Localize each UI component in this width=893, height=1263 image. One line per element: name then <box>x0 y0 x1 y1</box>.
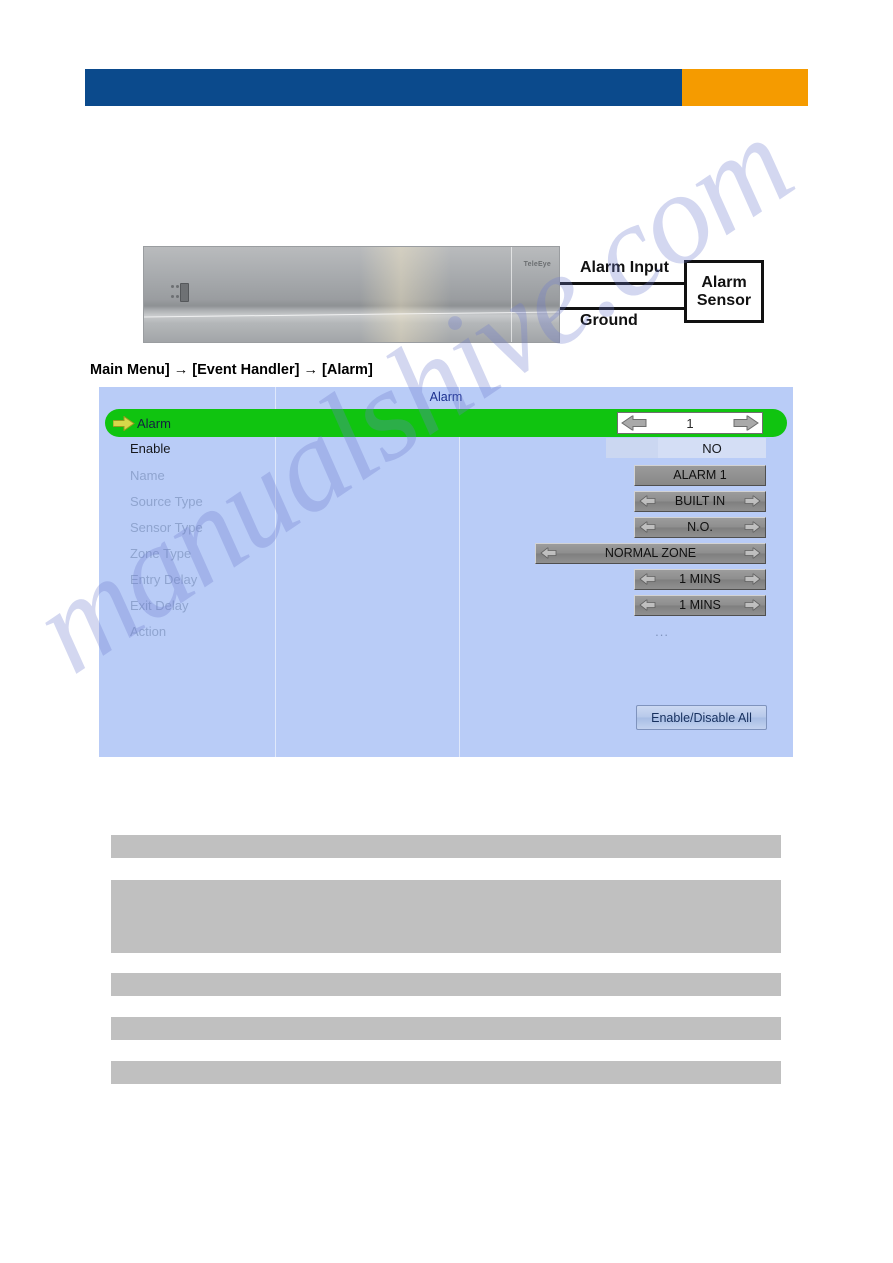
settings-row-label: Action <box>130 623 167 639</box>
breadcrumb: Main Menu] → [Event Handler] → [Alarm] <box>90 362 373 378</box>
panel-sheen <box>359 247 452 342</box>
panel-title: Alarm <box>429 390 463 404</box>
name-value-button[interactable]: ALARM 1 <box>634 464 766 486</box>
alarm-channel-spinner[interactable]: 1 <box>617 412 763 434</box>
enable-disable-all-button[interactable]: Enable/Disable All <box>636 705 767 730</box>
action-value[interactable]: ... <box>655 624 669 639</box>
enable-value[interactable]: NO <box>658 438 766 458</box>
arrow-left-icon[interactable] <box>639 495 656 507</box>
settings-row-name[interactable]: Name ALARM 1 <box>99 462 793 488</box>
arrow-right-icon[interactable] <box>744 547 761 559</box>
settings-row-label: Exit Delay <box>130 597 189 613</box>
settings-row-source-type[interactable]: Source Type BUILT IN <box>99 488 793 514</box>
entry-delay-value-button[interactable]: 1 MINS <box>634 568 766 590</box>
settings-row-action[interactable]: Action ... <box>99 618 793 644</box>
settings-row-label: Source Type <box>130 493 203 509</box>
arrow-left-icon[interactable] <box>621 415 647 431</box>
settings-row-label: Sensor Type <box>130 519 203 535</box>
alarm-sensor-line2: Sensor <box>696 291 752 309</box>
cursor-arrow-right-icon <box>113 415 135 431</box>
zone-type-value: NORMAL ZONE <box>604 546 697 560</box>
exit-delay-value-button[interactable]: 1 MINS <box>634 594 766 616</box>
arrow-right-icon[interactable] <box>733 415 759 431</box>
redacted-text-block <box>111 973 781 996</box>
header-band-orange-segment <box>682 69 808 106</box>
alarm-channel-label: Alarm <box>137 415 171 431</box>
status-led-icon <box>176 295 179 298</box>
settings-row-zone-type[interactable]: Zone Type NORMAL ZONE <box>99 540 793 566</box>
arrow-left-icon[interactable] <box>540 547 557 559</box>
redacted-text-block <box>111 835 781 858</box>
settings-row-entry-delay[interactable]: Entry Delay 1 MINS <box>99 566 793 592</box>
settings-row-sensor-type[interactable]: Sensor Type N.O. <box>99 514 793 540</box>
settings-row-label: Entry Delay <box>130 571 198 587</box>
alarm-channel-value: 1 <box>686 415 694 431</box>
settings-row-label: Name <box>130 467 165 483</box>
settings-row-label: Zone Type <box>130 545 192 561</box>
redacted-text-block <box>111 1061 781 1084</box>
status-led-icon <box>171 295 174 298</box>
enable-ghost-field <box>606 438 658 458</box>
alarm-sensor-line1: Alarm <box>701 273 747 291</box>
usb-port-icon <box>180 283 189 302</box>
page-header-band <box>85 69 808 106</box>
status-led-icon <box>176 285 179 288</box>
alarm-wiring-figure: TeleEye Alarm Input Ground Alarm Sensor <box>143 246 783 346</box>
device-front-panel-photo: TeleEye <box>143 246 560 343</box>
arrow-right-icon[interactable] <box>744 599 761 611</box>
panel-seam-line <box>144 310 559 318</box>
alarm-settings-panel: Alarm Alarm 1 Enable NO Name ALARM 1 Sou… <box>99 387 793 757</box>
redacted-text-block <box>111 1017 781 1040</box>
header-band-blue-segment <box>85 69 682 106</box>
source-type-value-button[interactable]: BUILT IN <box>634 490 766 512</box>
arrow-left-icon[interactable] <box>639 521 656 533</box>
status-led-icon <box>171 285 174 288</box>
sensor-type-value-button[interactable]: N.O. <box>634 516 766 538</box>
arrow-right-icon[interactable] <box>744 521 761 533</box>
arrow-right-icon[interactable] <box>744 495 761 507</box>
arrow-left-icon[interactable] <box>639 573 656 585</box>
redacted-text-block <box>111 880 781 953</box>
exit-delay-value: 1 MINS <box>679 598 721 612</box>
panel-edge-divider <box>511 247 512 342</box>
alarm-sensor-box: Alarm Sensor <box>684 260 764 323</box>
alarm-input-label: Alarm Input <box>580 259 669 276</box>
ground-label: Ground <box>580 312 638 329</box>
source-type-value: BUILT IN <box>674 494 726 508</box>
zone-type-value-button[interactable]: NORMAL ZONE <box>535 542 766 564</box>
arrow-right-icon[interactable] <box>744 573 761 585</box>
settings-row-label: Enable <box>130 440 171 456</box>
settings-row-exit-delay[interactable]: Exit Delay 1 MINS <box>99 592 793 618</box>
teleeye-logo: TeleEye <box>523 261 551 268</box>
sensor-type-value: N.O. <box>687 520 713 534</box>
entry-delay-value: 1 MINS <box>679 572 721 586</box>
alarm-channel-row[interactable]: Alarm 1 <box>105 409 787 437</box>
settings-row-enable[interactable]: Enable NO <box>99 435 793 461</box>
arrow-left-icon[interactable] <box>639 599 656 611</box>
